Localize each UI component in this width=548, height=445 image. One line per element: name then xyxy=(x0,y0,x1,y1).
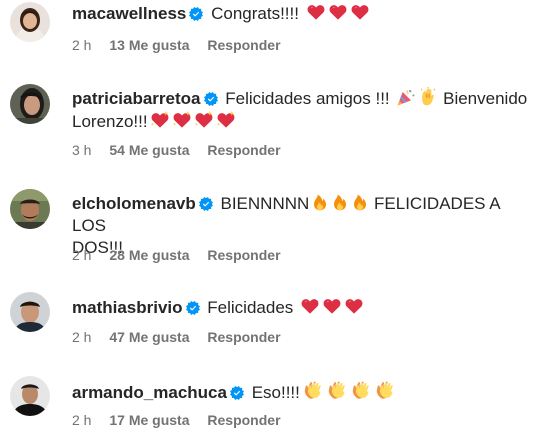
comment-likes[interactable]: 54 Me gusta xyxy=(109,142,189,158)
red-heart-icon xyxy=(300,296,320,316)
clapping-hands-icon xyxy=(302,379,324,401)
avatar[interactable] xyxy=(10,292,50,332)
comment-text: Eso!!!! xyxy=(251,383,300,402)
avatar[interactable] xyxy=(10,376,50,416)
verified-badge-icon xyxy=(189,7,203,21)
clapping-hands-icon xyxy=(374,379,396,401)
comment-time[interactable]: 3 h xyxy=(72,142,91,158)
sparkling-heart-icon xyxy=(150,110,170,130)
comment-meta: 2 h 13 Me gusta Responder xyxy=(72,37,281,53)
comment-text: Bienvenido xyxy=(443,89,528,108)
reply-button[interactable]: Responder xyxy=(207,247,280,263)
reply-button[interactable]: Responder xyxy=(207,142,280,158)
reply-button[interactable]: Responder xyxy=(207,329,280,345)
comment-text: Lorenzo!!! xyxy=(72,112,148,131)
red-heart-icon xyxy=(322,296,342,316)
comment-meta: 3 h 54 Me gusta Responder xyxy=(72,142,281,158)
comment-time[interactable]: 2 h xyxy=(72,37,91,53)
comment-meta: 2 h 17 Me gusta Responder xyxy=(72,412,281,428)
sparkling-heart-icon xyxy=(172,110,192,130)
verified-badge-icon xyxy=(230,386,244,400)
party-popper-icon xyxy=(396,87,416,107)
clapping-hands-icon xyxy=(326,379,348,401)
comment-likes[interactable]: 17 Me gusta xyxy=(109,412,189,428)
comment-username[interactable]: patriciabarretoa xyxy=(72,89,201,108)
verified-badge-icon xyxy=(204,92,218,106)
avatar[interactable] xyxy=(10,2,50,42)
raising-hands-icon xyxy=(418,87,438,107)
fire-icon xyxy=(311,192,329,212)
comment-likes[interactable]: 13 Me gusta xyxy=(109,37,189,53)
verified-badge-icon xyxy=(186,301,200,315)
comment-text: Congrats!!!! xyxy=(211,4,299,23)
avatar[interactable] xyxy=(10,189,50,229)
comment-username[interactable]: mathiasbrivio xyxy=(72,298,183,317)
red-heart-icon xyxy=(328,2,348,22)
comment-time[interactable]: 2 h xyxy=(72,329,91,345)
red-heart-icon xyxy=(350,2,370,22)
comment-text: BIENNNNN xyxy=(220,194,310,213)
avatar[interactable] xyxy=(10,84,50,124)
comment-meta: 2 h 47 Me gusta Responder xyxy=(72,329,281,345)
comment-username[interactable]: elcholomenavb xyxy=(72,194,196,213)
verified-badge-icon xyxy=(199,197,213,211)
clapping-hands-icon xyxy=(350,379,372,401)
comment-text: Felicidades xyxy=(207,298,294,317)
comment-username[interactable]: macawellness xyxy=(72,4,186,23)
reply-button[interactable]: Responder xyxy=(207,37,280,53)
comment-time[interactable]: 2 h xyxy=(72,412,91,428)
fire-icon xyxy=(351,192,369,212)
reply-button[interactable]: Responder xyxy=(207,412,280,428)
fire-icon xyxy=(331,192,349,212)
comment-text: Felicidades amigos !!! xyxy=(225,89,390,108)
comment-meta: 2 h 28 Me gusta Responder xyxy=(72,247,281,263)
red-heart-icon xyxy=(306,2,326,22)
comment-likes[interactable]: 28 Me gusta xyxy=(109,247,189,263)
sparkling-heart-icon xyxy=(216,110,236,130)
comment-likes[interactable]: 47 Me gusta xyxy=(109,329,189,345)
comment-time[interactable]: 2 h xyxy=(72,247,91,263)
sparkling-heart-icon xyxy=(194,110,214,130)
comment-username[interactable]: armando_machuca xyxy=(72,383,227,402)
red-heart-icon xyxy=(344,296,364,316)
